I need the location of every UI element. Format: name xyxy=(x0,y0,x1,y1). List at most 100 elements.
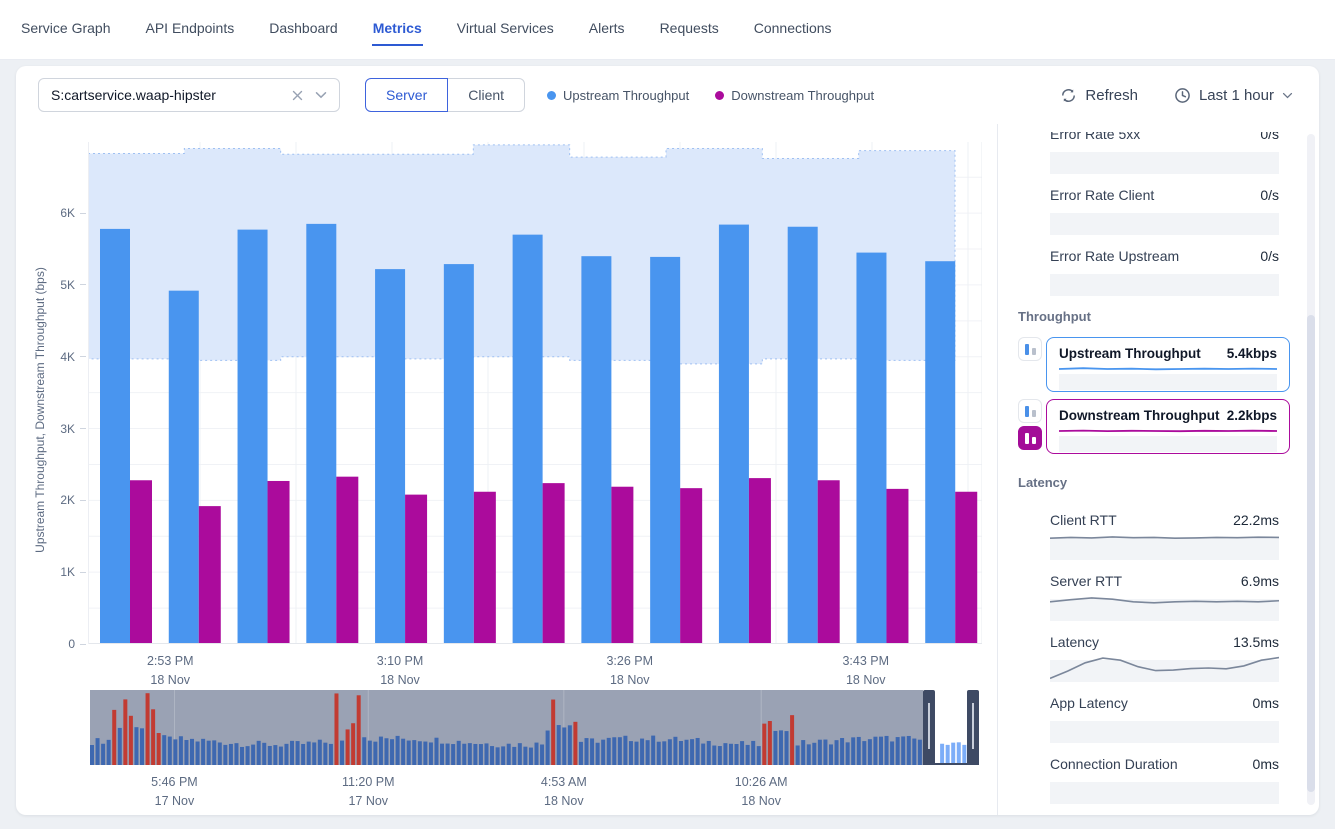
server-button[interactable]: Server xyxy=(365,78,448,112)
metric-row-client-rtt[interactable]: Client RTT22.2ms xyxy=(1050,512,1279,560)
y-tick-3K: 3K xyxy=(16,421,86,437)
downstream-bar xyxy=(474,492,496,644)
service-selector[interactable]: S:cartservice.waap-hipster xyxy=(38,78,340,112)
tab-api-endpoints[interactable]: API Endpoints xyxy=(144,14,235,46)
y-tick-0: 0 xyxy=(16,636,86,652)
minimap-tick-5-46-pm: 5:46 PM17 Nov xyxy=(151,773,198,812)
refresh-button[interactable]: Refresh xyxy=(1060,87,1138,104)
close-icon[interactable] xyxy=(292,90,303,101)
card-sparkline xyxy=(1059,426,1277,452)
chevron-down-icon[interactable] xyxy=(315,91,327,99)
downstream-bar xyxy=(336,477,358,644)
tab-requests[interactable]: Requests xyxy=(659,14,720,46)
metric-row-error-rate-5xx[interactable]: Error Rate 5xx0/s xyxy=(1050,132,1279,174)
tab-connections[interactable]: Connections xyxy=(753,14,833,46)
bar-chart-icon[interactable] xyxy=(1018,337,1042,361)
sparkline xyxy=(1050,654,1279,682)
metric-label: Server RTT xyxy=(1050,573,1122,589)
card-value: 2.2kbps xyxy=(1227,408,1277,426)
sparkline xyxy=(1050,207,1279,235)
main-chart-plot xyxy=(88,142,982,644)
section-header-throughput: Throughput xyxy=(1018,309,1319,324)
sidebar-scrollbar-track[interactable] xyxy=(1307,134,1315,805)
upstream-bar xyxy=(856,253,886,644)
card-title: Downstream Throughput xyxy=(1059,408,1220,426)
sidebar-scrollbar-thumb[interactable] xyxy=(1307,315,1315,791)
y-tick-2K: 2K xyxy=(16,492,86,508)
timeline-minimap[interactable] xyxy=(90,690,979,765)
metric-label: Error Rate Client xyxy=(1050,187,1154,203)
time-range-selector[interactable]: Last 1 hour xyxy=(1174,87,1293,104)
upstream-bar xyxy=(100,229,130,644)
metrics-sidebar: Error Rate 5xx0/sError Rate Client0/sErr… xyxy=(998,124,1319,815)
y-tick-6K: 6K xyxy=(16,205,86,221)
y-tick-1K: 1K xyxy=(16,564,86,580)
x-tick-3-10-pm: 3:10 PM18 Nov xyxy=(377,652,424,691)
metric-card-row-downstream-throughput: Downstream Throughput 2.2kbps xyxy=(1018,399,1290,454)
metric-row-latency[interactable]: Latency13.5ms xyxy=(1050,634,1279,682)
minimap-tick-11-20-pm: 11:20 PM17 Nov xyxy=(342,773,395,812)
metric-value: 0ms xyxy=(1253,695,1279,711)
toolbar: S:cartservice.waap-hipster ServerClient … xyxy=(16,66,1319,124)
metric-card-upstream-throughput[interactable]: Upstream Throughput5.4kbps xyxy=(1046,337,1290,392)
y-tick-5K: 5K xyxy=(16,277,86,293)
downstream-bar xyxy=(405,495,427,644)
client-button[interactable]: Client xyxy=(447,78,525,112)
legend-label: Downstream Throughput xyxy=(731,88,874,103)
sidebar-scroll-region[interactable]: Error Rate 5xx0/sError Rate Client0/sErr… xyxy=(1018,132,1319,815)
time-range-value: Last 1 hour xyxy=(1199,87,1274,104)
refresh-icon xyxy=(1060,87,1077,104)
icon-bar xyxy=(1025,406,1029,417)
bar-chart-icon[interactable] xyxy=(1018,399,1042,423)
sparkline xyxy=(1050,593,1279,621)
metric-row-error-rate-upstream[interactable]: Error Rate Upstream 0/s xyxy=(1050,248,1279,296)
sparkline xyxy=(1050,268,1279,296)
metric-value: 0/s xyxy=(1260,248,1279,264)
icon-bar xyxy=(1025,433,1029,444)
tab-service-graph[interactable]: Service Graph xyxy=(20,14,111,46)
downstream-bar xyxy=(886,489,908,644)
tab-alerts[interactable]: Alerts xyxy=(588,14,626,46)
metric-row-error-rate-client[interactable]: Error Rate Client0/s xyxy=(1050,187,1279,235)
bar-chart-active-icon[interactable] xyxy=(1018,426,1042,450)
metric-row-app-latency[interactable]: App Latency0ms xyxy=(1050,695,1279,743)
tab-dashboard[interactable]: Dashboard xyxy=(268,14,339,46)
x-tick-3-43-pm: 3:43 PM18 Nov xyxy=(842,652,889,691)
minimap-tick-10-26-am: 10:26 AM18 Nov xyxy=(735,773,788,812)
downstream-bar xyxy=(199,506,221,644)
metric-card-downstream-throughput[interactable]: Downstream Throughput 2.2kbps xyxy=(1046,399,1290,454)
top-nav: Service Graph API Endpoints Dashboard Metri… xyxy=(0,0,1335,60)
minimap-tick-4-53-am: 4:53 AM18 Nov xyxy=(541,773,587,812)
sparkline xyxy=(1050,715,1279,743)
upstream-bar xyxy=(306,224,336,644)
metric-label: Error Rate Upstream xyxy=(1050,248,1179,264)
downstream-bar xyxy=(268,481,290,644)
x-tick-3-26-pm: 3:26 PM18 Nov xyxy=(606,652,653,691)
tab-virtual-services[interactable]: Virtual Services xyxy=(456,14,555,46)
icon-bar xyxy=(1032,437,1036,444)
y-tick-4K: 4K xyxy=(16,349,86,365)
upstream-bar xyxy=(788,227,818,644)
upstream-bar xyxy=(375,269,405,644)
metric-row-connection-duration[interactable]: Connection Duration0ms xyxy=(1050,756,1279,804)
y-axis-ticks: 01K2K3K4K5K6K xyxy=(16,142,86,644)
sparkline xyxy=(1050,776,1279,804)
tab-metrics[interactable]: Metrics xyxy=(372,14,423,46)
metric-label: Latency xyxy=(1050,634,1099,650)
upstream-bar xyxy=(444,264,474,644)
downstream-bar xyxy=(749,478,771,644)
downstream-bar xyxy=(818,480,840,644)
sparkline xyxy=(1050,532,1279,560)
card-value: 5.4kbps xyxy=(1227,346,1277,364)
card-sparkline xyxy=(1059,364,1277,390)
legend-item-downstream-throughput[interactable]: Downstream Throughput xyxy=(715,88,874,103)
minimap-chart[interactable] xyxy=(90,690,979,765)
downstream-bar xyxy=(955,492,977,644)
metric-value: 6.9ms xyxy=(1241,573,1279,589)
metric-label: Client RTT xyxy=(1050,512,1117,528)
metric-row-server-rtt[interactable]: Server RTT 6.9ms xyxy=(1050,573,1279,621)
downstream-bar xyxy=(611,487,633,644)
icon-bar xyxy=(1025,344,1029,355)
refresh-label: Refresh xyxy=(1085,87,1138,104)
legend-item-upstream-throughput[interactable]: Upstream Throughput xyxy=(547,88,689,103)
